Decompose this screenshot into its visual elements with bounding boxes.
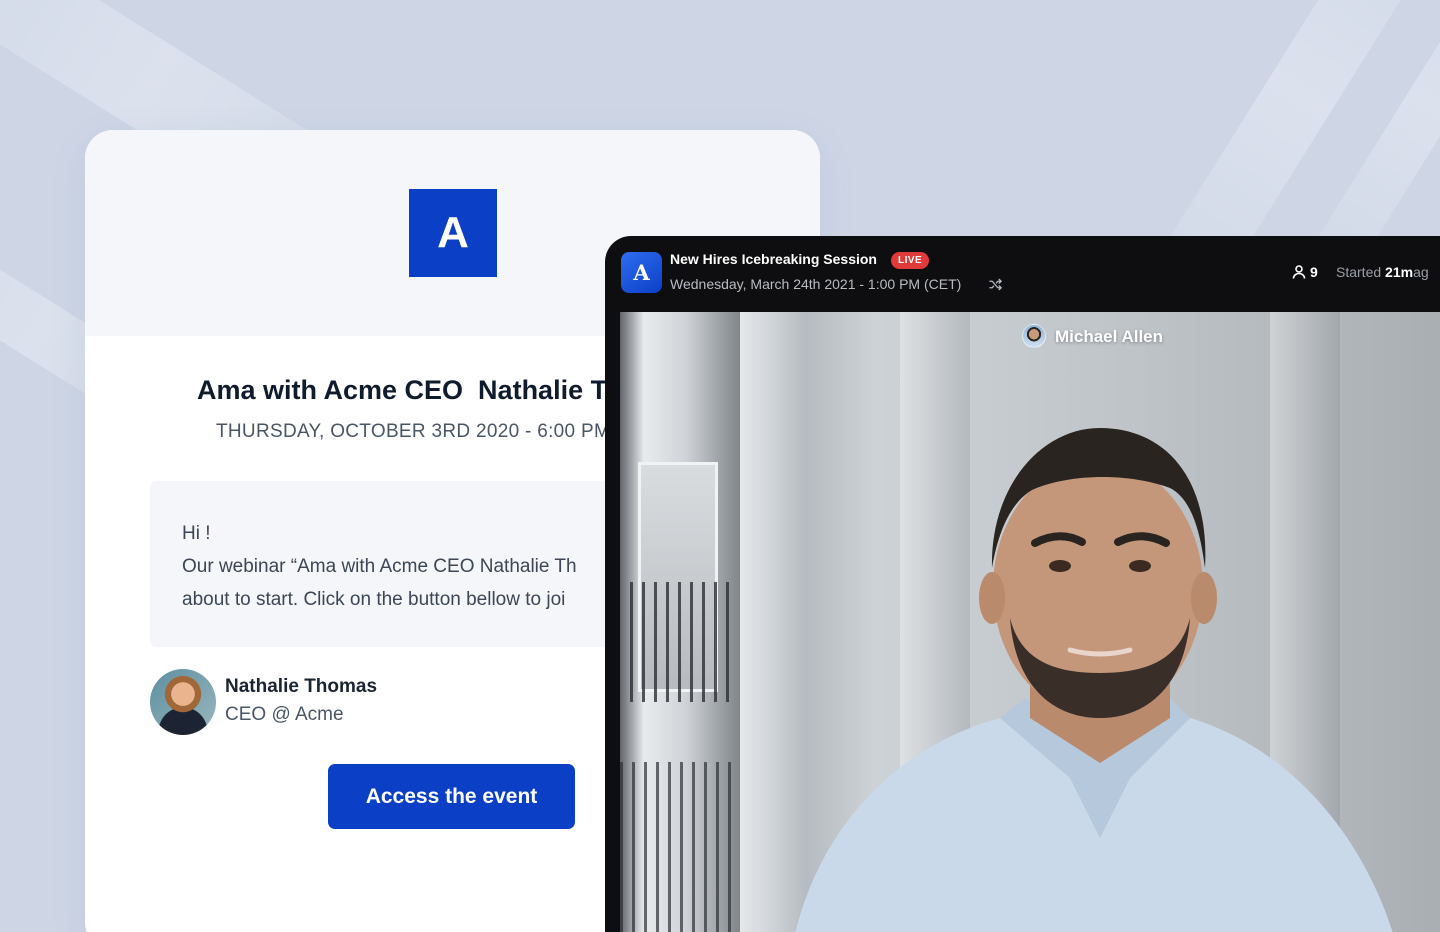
participant-name: Michael Allen: [1055, 327, 1164, 346]
speaker-name: Nathalie Thomas: [225, 676, 378, 697]
started-suffix: ag: [1413, 264, 1429, 280]
started-prefix: Started: [1336, 264, 1382, 280]
participant-avatar: [1022, 324, 1046, 348]
video-feed[interactable]: Michael Allen: [620, 312, 1440, 932]
started-time: Started 21mag: [1336, 264, 1429, 280]
stream-brand-logo: A: [621, 252, 662, 293]
session-title: New Hires Icebreaking Session: [670, 251, 877, 267]
live-stream-window: A New Hires Icebreaking Session LIVE Wed…: [605, 236, 1440, 932]
balcony-railing: [620, 762, 735, 932]
live-badge: LIVE: [891, 252, 930, 269]
balcony-railing: [630, 582, 730, 702]
presenter-video: [795, 428, 1393, 932]
speaker-role: CEO @ Acme: [225, 704, 344, 725]
user-icon: [1292, 265, 1306, 279]
speaker-avatar: [150, 669, 216, 735]
acme-logo: A: [409, 189, 497, 277]
attendee-count: 9: [1310, 264, 1318, 280]
shuffle-icon[interactable]: [989, 278, 1002, 291]
session-date: Wednesday, March 24th 2021 - 1:00 PM (CE…: [670, 276, 962, 292]
started-value: 21m: [1385, 264, 1414, 280]
event-date: THURSDAY, OCTOBER 3RD 2020 - 6:00 PM: [216, 421, 611, 442]
event-title: Ama with Acme CEO Nathalie T: [197, 375, 608, 405]
access-event-button[interactable]: Access the event: [328, 764, 575, 829]
